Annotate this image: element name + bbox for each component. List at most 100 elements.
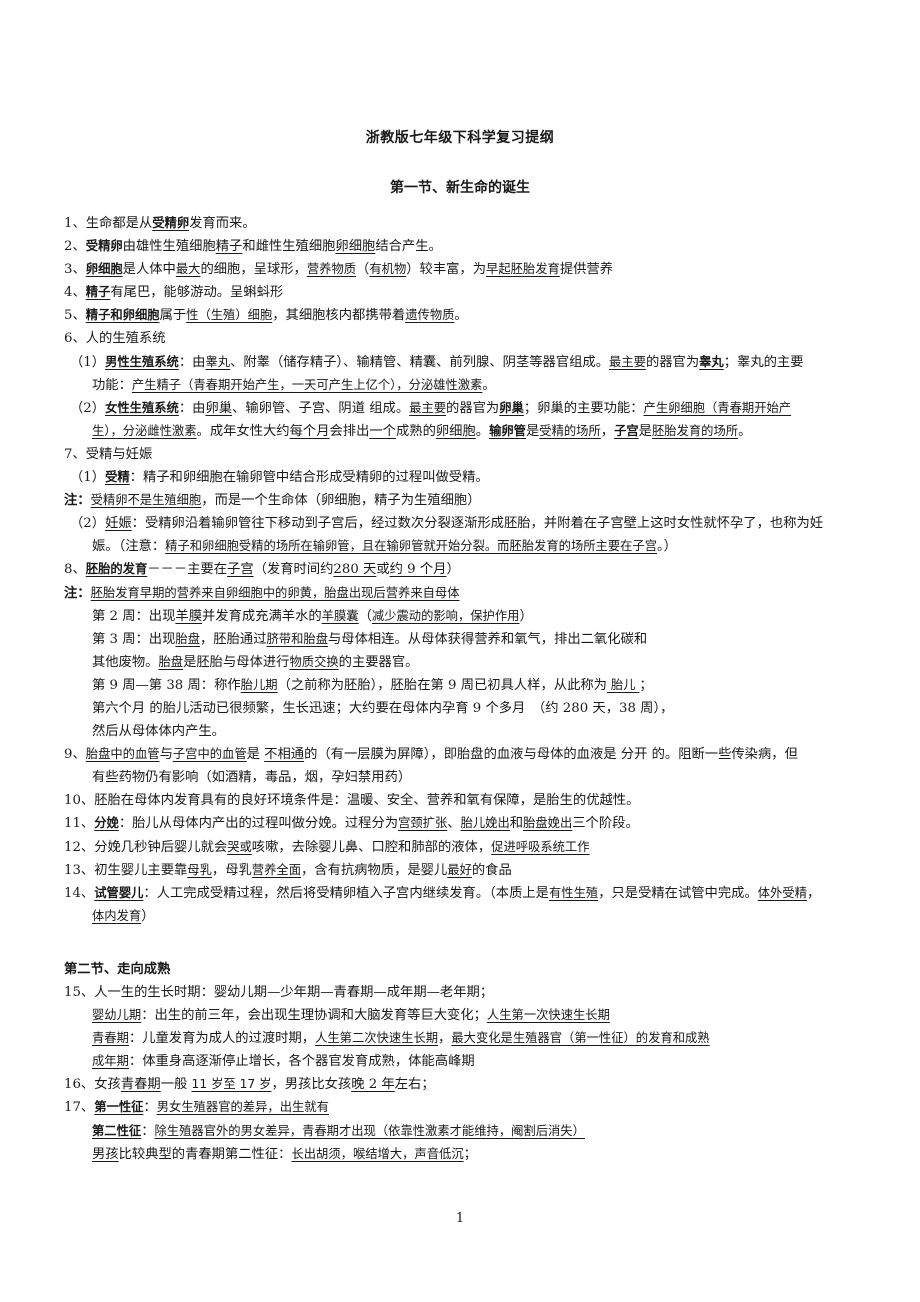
text-line: 注：胚胎发育早期的营养来自卵细胞中的卵黄，胎盘出现后营养来自母体 [64, 582, 854, 605]
underlined-term: 第二性征 [92, 1123, 142, 1138]
underlined-term: 受精卵 [152, 216, 190, 230]
underlined-term: 营养全面 [251, 862, 301, 877]
text-line: （1）受精：精子和卵细胞在输卵管中结合形成受精卵的过程叫做受精。 [64, 466, 854, 489]
text-span: 14、 [64, 885, 95, 901]
text-span: 3、 [64, 262, 86, 278]
text-span: ； [463, 1146, 477, 1162]
bold-term: 注： [64, 493, 91, 509]
text-span: 5、 [64, 308, 86, 324]
text-line: 有些药物仍有影响（如酒精，毒品，烟，孕妇禁用药） [64, 766, 854, 789]
text-span: 发育而来。 [189, 216, 256, 231]
text-span: ；睾丸的主要 [723, 354, 804, 370]
underlined-term: 胎儿娩出 [460, 816, 510, 831]
underlined-term: 最主要 [609, 354, 646, 369]
text-span: 17、 [64, 1100, 95, 1116]
underlined-term: 每个月 [289, 423, 330, 439]
text-span: 成熟的 [395, 423, 436, 439]
text-span: 2、 [64, 239, 86, 255]
text-line: 17、第一性征：男女生殖器官的差异，出生就有 [64, 1096, 854, 1119]
underlined-term: 产生精子（青春期开始产生，一天可产生上亿个），分泌雄性激素 [131, 377, 483, 392]
underlined-term: 生），分泌雌性激素 [92, 423, 197, 438]
text-span: 属于 [159, 308, 187, 324]
text-span: 是人体中 [122, 262, 176, 278]
text-span: 。 [454, 308, 468, 324]
text-span: （1） [70, 354, 106, 370]
bold-term: 注： [64, 585, 91, 601]
underlined-term: 最大变化是生殖器官（第一性征）的发育和成熟 [451, 1031, 710, 1046]
underlined-term: 输卵管 [489, 423, 526, 438]
text-line: 13、初生婴儿主要靠母乳，母乳营养全面，含有抗病物质，是婴儿最好的食品 [64, 859, 854, 882]
text-span: 与母体相连。从母体获得营养和氧气，排出二氧化碳和 [328, 631, 648, 647]
underlined-term: 卵巢 [205, 400, 233, 416]
text-span: 有些药物仍有影响（如酒精，毒品，烟，孕妇禁用药） [92, 770, 412, 786]
text-span: 第 2 周：出现 [92, 608, 176, 624]
text-line: 1、生命都是从受精卵发育而来。 [64, 212, 854, 235]
section-heading-1: 第一节、新生命的诞生 [390, 180, 530, 196]
text-span: ） [446, 562, 460, 578]
underlined-term: 睾丸 [205, 354, 231, 369]
text-span: 第 3 周：出现 [92, 631, 176, 647]
text-span: 的器官为 [645, 354, 700, 370]
underlined-term: 长出胡须，喉结增大，声音低沉 [291, 1146, 464, 1161]
text-line: 娠。（注意：精子和卵细胞受精的场所在输卵管，且在输卵管就开始分裂。而胚胎发育的场… [64, 535, 854, 558]
underlined-term: 早起胚胎发育 [486, 262, 560, 277]
text-span: ：由 [178, 354, 206, 370]
text-span: 功能： [92, 377, 132, 393]
text-span: 是 [246, 747, 265, 763]
text-span: （之前称为胚胎），胚胎在第 9 周已初具人样，从此称为 [277, 677, 607, 693]
text-span: 15、人一生的生长时期：婴幼儿期—少年期—青春期—成年期—老年期； [64, 985, 494, 1000]
text-span: 。 [482, 377, 496, 393]
text-span: 提供营养 [559, 262, 614, 278]
text-line: 第二性征：除生殖器官外的男女差异，青春期才出现（依靠性激素才能维持，阉割后消失） [64, 1120, 854, 1143]
text-span: ：出生的前三年，会出现生理协调和大脑发育等巨大变化； [141, 1008, 487, 1024]
page-number: 1 [455, 1211, 465, 1226]
text-line: 青春期：儿童发育为成人的过渡时期，人生第二次快速生长期，最大变化是生殖器官（第一… [64, 1027, 854, 1050]
text-span: 是胚胎与母体进行 [183, 654, 290, 670]
text-span: ：胎儿从母体内产出的过程叫做分娩。过程分为 [118, 816, 399, 832]
text-span: ， [600, 423, 615, 439]
underlined-term: 卵细胞 [85, 262, 123, 277]
underlined-term: 精子和卵细胞 [85, 308, 160, 323]
text-span: 娠。（注意： [92, 539, 166, 555]
text-line: 11、分娩：胎儿从母体内产出的过程叫做分娩。过程分为宫颈扩张、胎儿娩出和胎盘娩出… [64, 812, 854, 835]
underlined-term: 女性生殖系统 [105, 400, 179, 415]
underlined-term: 人生第一次快速生长期 [486, 1008, 610, 1023]
text-span: ：儿童发育为成人的过渡时期， [128, 1031, 316, 1047]
bold-term: 受精卵 [85, 239, 123, 254]
underlined-term: 最好 [447, 862, 472, 877]
text-span: 1、生命都是从 [64, 216, 153, 231]
underlined-term: 11 岁至 17 岁 [191, 1077, 272, 1092]
text-line: 婴幼儿期：出生的前三年，会出现生理协调和大脑发育等巨大变化；人生第一次快速生长期 [64, 1004, 854, 1027]
underlined-term: 第一性征 [94, 1100, 144, 1115]
text-span: 6、人的生殖系统 [64, 331, 166, 347]
underlined-term: 子宫 [614, 423, 639, 438]
underlined-term: 遗传物质 [405, 308, 455, 323]
underlined-term: 青春期 [92, 1031, 129, 1046]
text-span: 的（有一层膜为屏障），即胎盘的血液与母体的血液是 分开 的。阻断一些传染病，但 [304, 747, 798, 763]
underlined-term: 晚 2 年 [351, 1077, 395, 1093]
text-line: （1）男性生殖系统：由睾丸、附睾（储存精子）、输精管、精囊、前列腺、阴茎等器官组… [64, 351, 854, 374]
text-span: 。） [657, 539, 677, 555]
text-span: 第六个月 的胎儿活动已很频繁，生长迅速；大约要在母体内孕育 9 个多月 （约 2… [92, 700, 674, 716]
text-span: 是 [638, 423, 652, 439]
text-span: 、附睾（储存精子）、输精管、精囊、前列腺、阴茎等器官组成。 [230, 354, 610, 370]
underlined-term: 280 天 [333, 562, 377, 578]
text-line: 第六个月 的胎儿活动已很频繁，生长迅速；大约要在母体内孕育 9 个多月 （约 2… [64, 697, 854, 720]
text-span: ，而是一个生命体（卵细胞，精子为生殖细胞） [201, 493, 481, 509]
text-span: ，含有抗病物质，是婴儿 [301, 862, 448, 878]
text-span: －－－主要在 [147, 562, 228, 578]
text-line: 成年期：体重身高逐渐停止增长，各个器官发育成熟，体能高峰期 [64, 1050, 854, 1073]
text-span: 一般 [160, 1077, 192, 1093]
text-line: 8、胚胎的发育－－－主要在子宫（发育时间约280 天或约 9 个月） [64, 558, 854, 581]
text-span: ：人工完成受精过程，然后将受精卵植入子宫内继续发育。（本质上是 [143, 885, 549, 901]
text-span: 是 [525, 423, 540, 439]
text-span: 然后从母体体内产生。 [92, 724, 225, 740]
text-span: 4、 [64, 285, 86, 301]
text-span: （2） [70, 400, 106, 416]
text-line: 注：受精卵不是生殖细胞，而是一个生命体（卵细胞，精子为生殖细胞） [64, 489, 854, 512]
text-span: ：精子和卵细胞在输卵管中结合形成受精卵的过程叫做受精。 [129, 470, 489, 486]
underlined-term: 物质交换 [289, 654, 339, 669]
underlined-term: 产生卵细胞（青春期开始产 [643, 400, 792, 415]
underlined-term: 羊膜囊 [321, 608, 359, 623]
